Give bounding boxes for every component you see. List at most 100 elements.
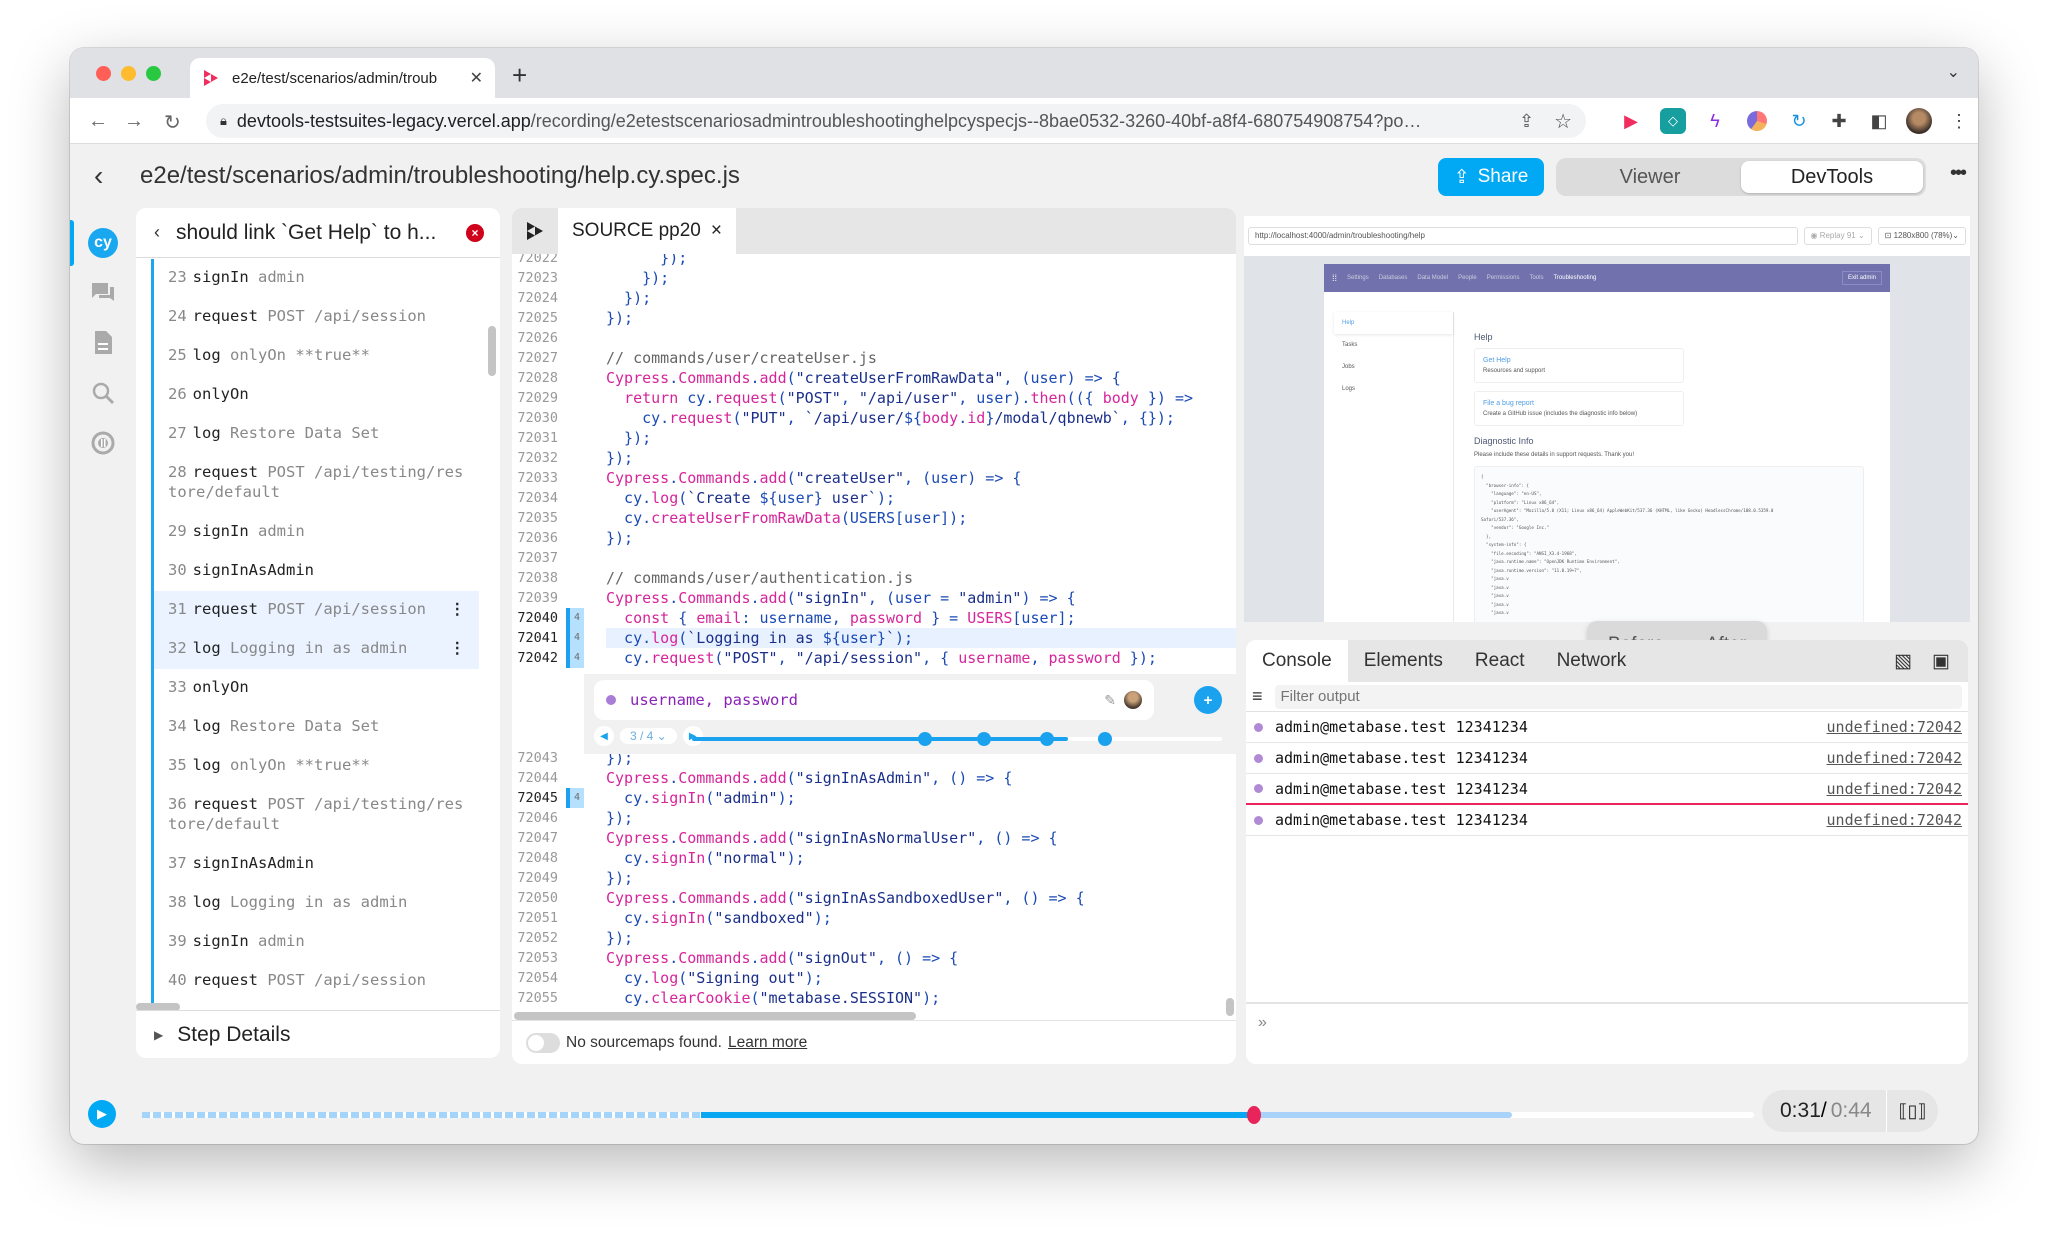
code-line[interactable]: 72036}); (512, 528, 1236, 548)
step-row[interactable]: 37 signInAsAdmin (154, 845, 479, 884)
code-line[interactable]: 72034 cy.log(`Create ${user} user`); (512, 488, 1236, 508)
code-line[interactable]: 72028 Cypress.Commands.add("createUserFro… (512, 368, 1236, 388)
line-number[interactable]: 72053 (512, 948, 566, 968)
line-number[interactable]: 72037 (512, 548, 566, 568)
filter-output-input[interactable] (1274, 684, 1962, 709)
message-source-link[interactable]: undefined:72042 (1827, 811, 1962, 829)
browser-tab[interactable]: e2e/test/scenarios/admin/troub ✕ (190, 58, 495, 98)
code-line[interactable]: 72031 }); (512, 428, 1236, 448)
line-number[interactable]: 72030 (512, 408, 566, 428)
line-number[interactable]: 72044 (512, 768, 566, 788)
step-menu-icon[interactable]: ⋮ (450, 638, 466, 658)
code-line[interactable]: 72026 (512, 328, 1236, 348)
step-row[interactable]: 36 request POST /api/testing/restore/defa… (154, 786, 479, 845)
line-number[interactable]: 72054 (512, 968, 566, 988)
viewer-mode-button[interactable]: Viewer (1559, 161, 1741, 193)
line-number[interactable]: 72032 (512, 448, 566, 468)
line-number[interactable]: 72055 (512, 988, 566, 1008)
print-expression-field[interactable]: username, password ✎ (594, 680, 1154, 720)
code-line[interactable]: 72044 Cypress.Commands.add("signInAsAdmin… (512, 768, 1236, 788)
step-row[interactable]: 23 signIn admin (154, 259, 479, 298)
color-extension-icon[interactable] (1744, 108, 1770, 134)
step-row[interactable]: 31 request POST /api/session ⋮ (154, 591, 479, 630)
line-number[interactable]: 72052 (512, 928, 566, 948)
code-line[interactable]: 72022 }); (512, 254, 1236, 268)
line-number[interactable]: 72041 (512, 628, 566, 648)
steps-vertical-scrollbar[interactable] (488, 326, 496, 376)
line-number[interactable]: 72050 (512, 888, 566, 908)
code-line[interactable]: 72042 4 cy.request("POST", "/api/session"… (512, 648, 1236, 668)
line-number[interactable]: 72035 (512, 508, 566, 528)
code-line[interactable]: 72025}); (512, 308, 1236, 328)
timeline-playhead[interactable] (1247, 1106, 1262, 1124)
step-row[interactable]: 25 log onlyOn **true** (154, 337, 479, 376)
step-row[interactable]: 35 log onlyOn **true** (154, 747, 479, 786)
new-tab-button[interactable]: + (512, 60, 527, 91)
line-number[interactable]: 72047 (512, 828, 566, 848)
profile-avatar[interactable] (1906, 108, 1932, 134)
hit-marker[interactable] (918, 732, 933, 746)
step-row[interactable]: 26 onlyOn (154, 376, 479, 415)
step-row[interactable]: 32 log Logging in as admin ⋮ (154, 630, 479, 669)
close-window-button[interactable] (96, 66, 111, 81)
tab-console[interactable]: Console (1246, 640, 1348, 682)
hit-counter[interactable]: 3 / 4 ⌄ (620, 728, 677, 744)
hit-marker[interactable] (1040, 732, 1055, 746)
code-line[interactable]: 72049}); (512, 868, 1236, 888)
line-number[interactable]: 72033 (512, 468, 566, 488)
console-message[interactable]: admin@metabase.test 12341234 undefined:72… (1246, 774, 1968, 805)
step-row[interactable]: 29 signIn admin (154, 513, 479, 552)
code-line[interactable]: 72029 return cy.request("POST", "/api/us… (512, 388, 1236, 408)
line-number[interactable]: 72022 (512, 254, 566, 268)
line-number[interactable]: 72025 (512, 308, 566, 328)
back-to-library-button[interactable]: ‹ (94, 160, 103, 192)
source-file-icon[interactable] (88, 328, 118, 358)
hit-marker[interactable] (1098, 732, 1113, 746)
replay-info-icon[interactable] (88, 428, 118, 458)
edit-pencil-icon[interactable]: ✎ (1104, 692, 1116, 709)
code-line[interactable]: 72032}); (512, 448, 1236, 468)
code-line[interactable]: 72038 // commands/user/authentication.js (512, 568, 1236, 588)
search-icon[interactable] (88, 378, 118, 408)
line-number[interactable]: 72045 (512, 788, 566, 808)
code-line[interactable]: 72047 Cypress.Commands.add("signInAsNorma… (512, 828, 1236, 848)
replay-extension-icon[interactable]: ▶ (1618, 108, 1644, 134)
step-row[interactable]: 39 signIn admin (154, 923, 479, 962)
code-line[interactable]: 72040 4 const { email: username, password… (512, 608, 1236, 628)
line-number[interactable]: 72029 (512, 388, 566, 408)
line-number[interactable]: 72040 (512, 608, 566, 628)
prev-hit-button[interactable]: ◀ (594, 726, 614, 746)
step-menu-icon[interactable]: ⋮ (450, 599, 466, 619)
line-number[interactable]: 72051 (512, 908, 566, 928)
line-number[interactable]: 72034 (512, 488, 566, 508)
refresh-extension-icon[interactable]: ↻ (1786, 108, 1812, 134)
step-row[interactable]: 24 request POST /api/session (154, 298, 479, 337)
maximize-window-button[interactable] (146, 66, 161, 81)
back-nav-icon[interactable]: ← (88, 110, 108, 133)
hits-timeline[interactable] (692, 732, 1222, 746)
code-line[interactable]: 72033 Cypress.Commands.add("createUser", … (512, 468, 1236, 488)
code-vertical-scrollbar[interactable] (1226, 998, 1234, 1016)
step-row[interactable]: 33 onlyOn (154, 669, 479, 708)
hide-video-icon[interactable]: ▧ (1894, 650, 1912, 673)
code-editor[interactable]: 72022 }); 72023 }); 72024 }); 72025}); 72026… (512, 254, 1236, 1020)
console-message[interactable]: admin@metabase.test 12341234 undefined:72… (1246, 712, 1968, 743)
lightning-extension-icon[interactable]: ϟ (1702, 108, 1728, 134)
hit-marker[interactable] (976, 732, 991, 746)
cypress-panel-icon[interactable]: cy (88, 228, 118, 258)
code-line[interactable]: 72037 (512, 548, 1236, 568)
message-source-link[interactable]: undefined:72042 (1827, 749, 1962, 767)
line-number[interactable]: 72049 (512, 868, 566, 888)
bookmark-star-icon[interactable]: ☆ (1554, 109, 1572, 134)
step-row[interactable]: 40 request POST /api/session (154, 962, 479, 1001)
code-line[interactable]: 72041 4 cy.log(`Logging in as ${user}`); (512, 628, 1236, 648)
line-number[interactable]: 72039 (512, 588, 566, 608)
code-line[interactable]: 72053 Cypress.Commands.add("signOut", () … (512, 948, 1236, 968)
source-tab[interactable]: SOURCE pp20 × (558, 208, 736, 254)
code-line[interactable]: 72050 Cypress.Commands.add("signInAsSandb… (512, 888, 1236, 908)
bitwarden-extension-icon[interactable]: ◇ (1660, 108, 1686, 134)
code-horizontal-scrollbar[interactable] (514, 1012, 916, 1020)
extensions-puzzle-icon[interactable]: ✚ (1826, 108, 1852, 134)
focus-mode-icon[interactable]: ⟦▯⟧ (1886, 1090, 1938, 1132)
code-line[interactable]: 72045 4 cy.signIn("admin"); (512, 788, 1236, 808)
